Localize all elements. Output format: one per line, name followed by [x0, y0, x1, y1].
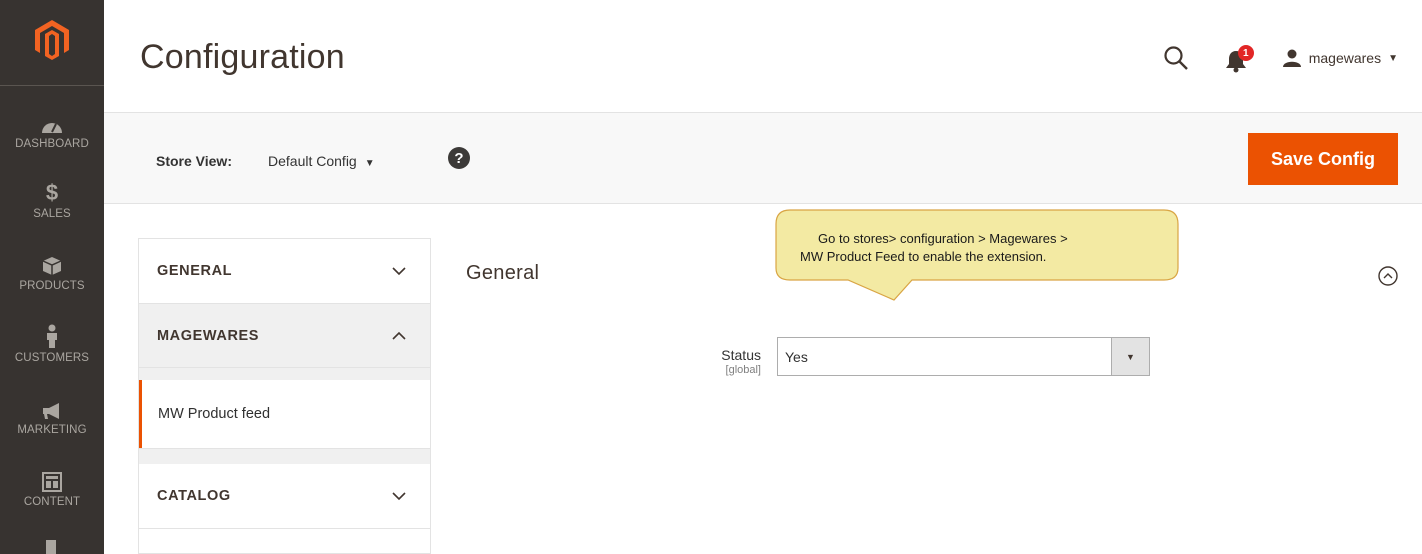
status-label: Status: [721, 347, 761, 363]
annotation-line: MW Product Feed to enable the extension.: [800, 249, 1047, 264]
user-menu[interactable]: magewares ▼: [1282, 49, 1398, 67]
notifications-button[interactable]: 1: [1225, 43, 1255, 73]
tab-magewares[interactable]: MAGEWARES: [139, 304, 430, 368]
chevron-down-icon: ▼: [1111, 338, 1149, 375]
magento-logo-icon: [35, 20, 69, 60]
tab-item-mw-product-feed[interactable]: MW Product feed: [139, 380, 430, 448]
nav-item-sales[interactable]: $ SALES: [0, 174, 104, 244]
nav-item-content[interactable]: CONTENT: [0, 462, 104, 532]
chevron-down-icon: ▼: [364, 158, 375, 169]
user-icon: [1282, 49, 1301, 67]
dollar-icon: $: [45, 180, 59, 205]
admin-sidebar: DASHBOARD $ SALES PRODUCTS CUSTOMERS MAR…: [0, 0, 104, 554]
notification-badge: 1: [1237, 45, 1254, 61]
store-view-switcher[interactable]: Default Config ▼: [268, 153, 375, 169]
tab-spacer: [139, 448, 430, 464]
nav-label: MARKETING: [17, 424, 87, 436]
config-tabs: GENERAL MAGEWARES MW Product feed CATALO…: [138, 238, 431, 554]
store-view-bar: Store View: Default Config ▼ ? Save Confi…: [104, 112, 1422, 204]
tab-label: GENERAL: [157, 263, 233, 279]
chevron-down-icon: [392, 492, 406, 501]
nav-label: SALES: [33, 208, 71, 220]
magento-logo[interactable]: [0, 10, 104, 86]
scope-label: [global]: [725, 364, 761, 376]
nav-item-dashboard[interactable]: DASHBOARD: [0, 104, 104, 174]
annotation-line: Go to stores> configuration > Magewares …: [818, 231, 1068, 246]
status-select-value: Yes: [785, 348, 808, 365]
nav-label: CONTENT: [23, 496, 81, 508]
layout-icon: [42, 462, 62, 492]
chevron-down-icon: [392, 267, 406, 276]
box-icon: [42, 246, 62, 276]
more-nav-icon: [46, 540, 56, 554]
dashboard-icon: [41, 104, 63, 134]
tab-catalog[interactable]: CATALOG: [139, 464, 430, 529]
status-field-label: Status [global]: [721, 347, 761, 376]
nav-label: CUSTOMERS: [14, 352, 90, 364]
tab-spacer: [139, 368, 430, 380]
help-icon[interactable]: ?: [448, 147, 470, 169]
nav-item-marketing[interactable]: MARKETING: [0, 390, 104, 460]
fieldset-title[interactable]: General: [466, 262, 539, 285]
store-view-label: Store View:: [156, 153, 232, 169]
header-actions: 1 magewares ▼: [1163, 38, 1398, 78]
status-select[interactable]: Yes ▼: [777, 337, 1150, 376]
search-icon[interactable]: [1163, 45, 1189, 71]
nav-item-products[interactable]: PRODUCTS: [0, 246, 104, 316]
nav-item-customers[interactable]: CUSTOMERS: [0, 318, 104, 388]
nav-label: PRODUCTS: [19, 280, 85, 292]
collapse-section-icon[interactable]: [1377, 265, 1399, 287]
megaphone-icon: [41, 390, 63, 420]
person-icon: [45, 318, 59, 348]
tab-label: MAGEWARES: [157, 327, 260, 344]
nav-label: DASHBOARD: [15, 138, 89, 150]
tab-label: CATALOG: [157, 488, 231, 504]
save-config-button[interactable]: Save Config: [1248, 133, 1398, 185]
store-view-value: Default Config: [268, 153, 357, 169]
username: magewares: [1308, 50, 1382, 66]
chevron-up-icon: [392, 331, 406, 340]
chevron-down-icon: ▼: [1388, 52, 1398, 64]
page-title: Configuration: [140, 38, 345, 76]
annotation-text: Go to stores> configuration > Magewares …: [790, 230, 1170, 266]
tab-general[interactable]: GENERAL: [139, 239, 430, 304]
